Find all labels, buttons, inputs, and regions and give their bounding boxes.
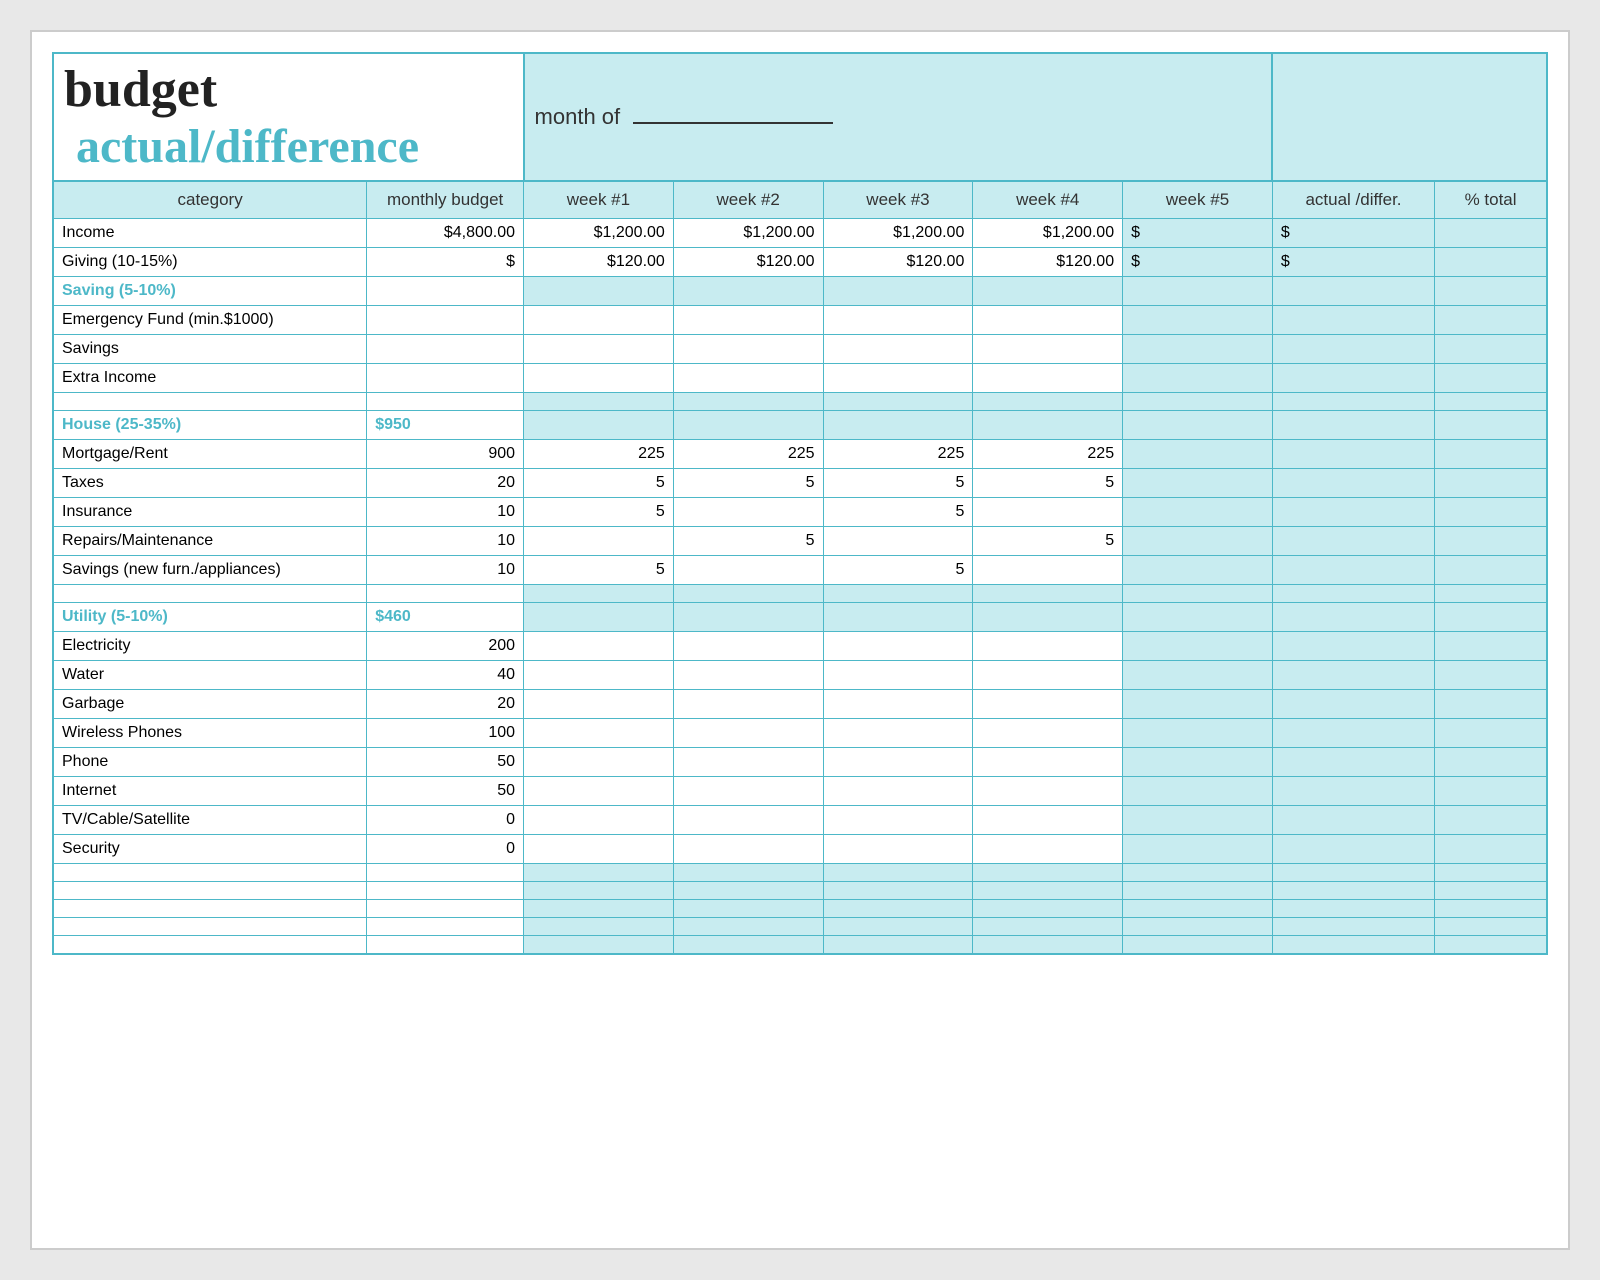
table-row-18: Wireless Phones100 <box>53 719 1547 748</box>
table-row-14: Utility (5-10%)$460 <box>53 603 1547 632</box>
col-pct-header: % total <box>1435 181 1547 219</box>
table-row-22: Security0 <box>53 835 1547 864</box>
table-row-6 <box>53 393 1547 411</box>
col-actual-header: actual /differ. <box>1272 181 1434 219</box>
table-row-9: Taxes205555 <box>53 469 1547 498</box>
table-row-16: Water40 <box>53 661 1547 690</box>
table-row-3: Emergency Fund (min.$1000) <box>53 306 1547 335</box>
table-row-7: House (25-35%)$950 <box>53 411 1547 440</box>
title-budget-text: budget <box>64 61 217 118</box>
month-line <box>633 122 833 124</box>
table-row-4: Savings <box>53 335 1547 364</box>
table-row-21: TV/Cable/Satellite0 <box>53 806 1547 835</box>
table-row-27 <box>53 936 1547 954</box>
header-row-title: budget actual/difference month of <box>53 53 1547 181</box>
table-row-12: Savings (new furn./appliances)1055 <box>53 556 1547 585</box>
table-row-8: Mortgage/Rent900225225225225 <box>53 440 1547 469</box>
table-row-20: Internet50 <box>53 777 1547 806</box>
table-row-13 <box>53 585 1547 603</box>
table-row-26 <box>53 918 1547 936</box>
table-row-25 <box>53 900 1547 918</box>
col-category-header: category <box>53 181 367 219</box>
col-week5-header: week #5 <box>1123 181 1273 219</box>
col-week1-header: week #1 <box>524 181 674 219</box>
budget-table: budget actual/difference month of catego… <box>52 52 1548 955</box>
col-monthly-budget-header: monthly budget <box>367 181 524 219</box>
table-row-2: Saving (5-10%) <box>53 277 1547 306</box>
month-extra-cell <box>1272 53 1547 181</box>
table-row-0: Income$4,800.00$1,200.00$1,200.00$1,200.… <box>53 219 1547 248</box>
title-cell: budget actual/difference <box>53 53 524 181</box>
table-row-11: Repairs/Maintenance1055 <box>53 527 1547 556</box>
col-week4-header: week #4 <box>973 181 1123 219</box>
table-row-1: Giving (10-15%)$$120.00$120.00$120.00$12… <box>53 248 1547 277</box>
table-row-24 <box>53 882 1547 900</box>
month-label: month of <box>535 104 621 129</box>
budget-page: budget actual/difference month of catego… <box>30 30 1570 1250</box>
table-row-15: Electricity200 <box>53 632 1547 661</box>
col-week2-header: week #2 <box>673 181 823 219</box>
month-cell: month of <box>524 53 1273 181</box>
table-body: Income$4,800.00$1,200.00$1,200.00$1,200.… <box>53 219 1547 954</box>
table-row-19: Phone50 <box>53 748 1547 777</box>
table-row-23 <box>53 864 1547 882</box>
col-headers-row: category monthly budget week #1 week #2 … <box>53 181 1547 219</box>
table-row-5: Extra Income <box>53 364 1547 393</box>
col-week3-header: week #3 <box>823 181 973 219</box>
table-row-10: Insurance1055 <box>53 498 1547 527</box>
table-row-17: Garbage20 <box>53 690 1547 719</box>
title-actual-text: actual/difference <box>76 120 419 173</box>
